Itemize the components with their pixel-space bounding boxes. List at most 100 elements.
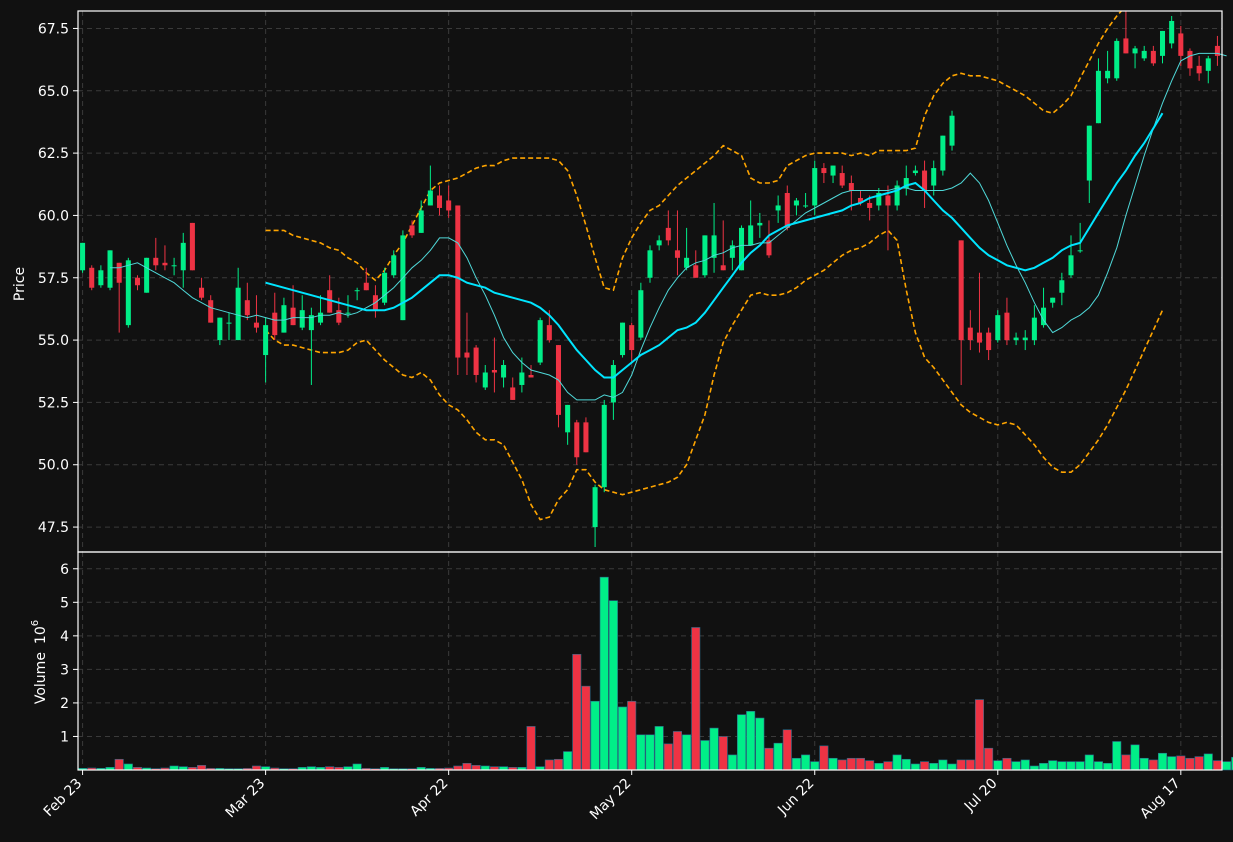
volume-axis-label-text: Volume <box>33 652 49 704</box>
volume-bar <box>947 763 957 771</box>
candle-body <box>345 312 351 314</box>
x-tick-label: May 22 <box>587 776 635 824</box>
candle-body <box>382 272 388 303</box>
candle-body <box>583 422 589 453</box>
candle-body <box>601 404 607 488</box>
candle-body <box>830 165 836 176</box>
candle-body <box>455 205 461 358</box>
x-tick-label: Feb 23 <box>41 776 86 821</box>
volume-bar <box>819 745 829 771</box>
price-tick-label: 47.5 <box>38 520 69 536</box>
candle-body <box>1196 65 1202 74</box>
candle-body <box>528 374 534 378</box>
stock-chart: 47.5 50.0 52.5 55.0 57.5 60.0 62.5 65.0 67.5 1 2 3… <box>12 10 1233 823</box>
candle-body <box>1050 297 1056 303</box>
volume-bar <box>1121 754 1131 771</box>
volume-bar <box>929 762 939 771</box>
volume-axis-label: Volume 106 <box>30 620 49 704</box>
volume-bar <box>1029 765 1039 771</box>
candle-body <box>1031 317 1037 341</box>
x-tick-label: Mar 23 <box>223 776 269 822</box>
volume-bar <box>746 711 756 771</box>
candle-body <box>226 322 232 324</box>
candle-body <box>1159 30 1166 56</box>
candle-body <box>574 422 580 458</box>
volume-bar <box>1148 759 1158 771</box>
volume-bar <box>581 685 591 771</box>
candle-body <box>748 225 754 246</box>
volume-bar <box>1203 753 1213 771</box>
volume-bar <box>828 757 838 771</box>
candle-body <box>720 265 726 271</box>
volume-bar <box>718 736 728 771</box>
candle-body <box>1205 58 1211 71</box>
volume-bar <box>709 727 719 771</box>
volume-bar <box>1103 762 1113 771</box>
volume-bar <box>1020 759 1030 771</box>
candle-body <box>1132 48 1138 54</box>
volume-bar <box>526 726 536 771</box>
volume-bar <box>663 743 673 771</box>
volume-bar <box>846 757 856 771</box>
candle-body <box>1077 250 1083 252</box>
volume-tick-label: 1 <box>60 729 69 745</box>
volume-bar <box>608 600 618 771</box>
candle-body <box>171 265 177 267</box>
candle-body <box>116 262 122 283</box>
candle-body <box>931 168 937 186</box>
volume-bar <box>1084 754 1094 771</box>
volume-y-ticks: 1 2 3 4 5 6 <box>60 562 78 745</box>
volume-bar <box>865 760 875 771</box>
candle-body <box>674 250 680 258</box>
volume-bar <box>920 761 930 771</box>
volume-bar <box>993 760 1003 771</box>
volume-bar <box>618 706 628 771</box>
volume-bar <box>1222 761 1232 771</box>
volume-bar <box>572 653 582 771</box>
candle-body <box>1187 50 1193 69</box>
candle-body <box>144 257 150 293</box>
candle-body <box>464 352 470 358</box>
volume-bar <box>773 742 783 771</box>
volume-bar <box>1075 761 1085 771</box>
candle-body <box>775 205 781 211</box>
x-ticks: Feb 23 Mar 23 Apr 22 May 22 Jun 22 Jul 20 Aug … <box>41 770 1184 823</box>
volume-bar <box>471 765 481 771</box>
volume-bar <box>1139 757 1149 771</box>
volume-bar <box>1057 761 1067 771</box>
volume-bar <box>974 699 984 771</box>
volume-bar <box>123 763 133 771</box>
candle-body <box>1095 70 1101 124</box>
volume-bar <box>544 759 554 771</box>
candle-body <box>436 195 443 208</box>
volume-bar <box>810 761 820 771</box>
candle-body <box>1169 20 1175 44</box>
candle-body <box>189 222 195 271</box>
volume-bar <box>727 754 737 771</box>
volume-tick-label: 6 <box>60 562 69 578</box>
candle-body <box>290 307 296 326</box>
candle-body <box>336 310 342 323</box>
volume-bar <box>1093 761 1103 771</box>
candle-body <box>125 260 131 326</box>
candle-body <box>1141 50 1147 59</box>
volume-bar <box>114 758 124 771</box>
candle-body <box>1123 38 1129 54</box>
candle-body <box>958 240 964 341</box>
volume-bar <box>855 757 866 771</box>
candle-body <box>885 195 891 206</box>
volume-bar <box>251 765 261 771</box>
volume-bar <box>1112 741 1122 771</box>
candle-body <box>949 115 955 146</box>
volume-bar <box>1039 762 1049 771</box>
candle-body <box>418 210 424 233</box>
candle-body <box>665 227 671 241</box>
price-y-ticks: 47.5 50.0 52.5 55.0 57.5 60.0 62.5 65.0 67.5 <box>38 21 78 536</box>
candle-body <box>1059 280 1065 293</box>
candlestick-series <box>80 11 1220 548</box>
candle-body <box>263 325 269 356</box>
price-tick-label: 67.5 <box>38 21 69 37</box>
volume-bar <box>480 765 490 771</box>
candle-body <box>510 387 516 400</box>
candle-body <box>1068 255 1074 276</box>
